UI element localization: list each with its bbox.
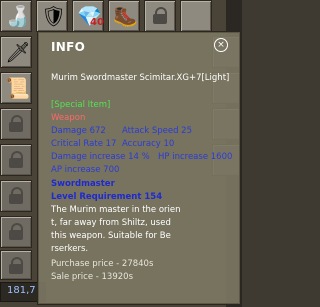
- purchase-price: Purchase price - 27840s: [51, 259, 154, 269]
- description-line: t, far away from Shiltz, used: [51, 218, 171, 228]
- inventory-slot[interactable]: [0, 108, 32, 140]
- stat-ap-increase: AP increase 700: [51, 165, 120, 175]
- sale-price: Sale price - 13920s: [51, 272, 133, 282]
- stat-accuracy: Accuracy 10: [122, 139, 175, 149]
- inventory-slot[interactable]: [0, 250, 32, 280]
- tooltip-title: INFO: [51, 40, 86, 54]
- item-name: Murim Swordmaster Scimitar.XG+7[Light]: [51, 73, 230, 83]
- inventory-slot[interactable]: 📜: [0, 72, 32, 104]
- stat-damage: Damage 672: [51, 126, 106, 136]
- lock-icon: [9, 257, 23, 274]
- stat-damage-increase: Damage increase 14 %: [51, 152, 150, 162]
- description-line: this weapon. Suitable for Be: [51, 231, 171, 241]
- sword-icon: 🗡: [5, 40, 31, 64]
- inventory-slot[interactable]: 🍶: [0, 0, 32, 32]
- stat-hp-increase: HP increase 1600: [158, 152, 233, 162]
- shield-icon: 🛡: [41, 4, 67, 28]
- close-icon[interactable]: ×: [214, 38, 228, 52]
- inventory-slot[interactable]: [180, 0, 212, 32]
- stat-critical-rate: Critical Rate 17: [51, 139, 117, 149]
- inventory-slot[interactable]: [0, 180, 32, 212]
- inventory-slot[interactable]: 🛡: [36, 0, 68, 32]
- description-line: rserkers.: [51, 244, 89, 254]
- inventory-slot[interactable]: 💎 40: [72, 0, 104, 32]
- inventory-slot[interactable]: [0, 144, 32, 176]
- inventory-slot[interactable]: [144, 0, 176, 32]
- lock-icon: [9, 223, 23, 240]
- lock-icon: [9, 187, 23, 204]
- gold-value: 181,7: [7, 285, 36, 296]
- item-type: Weapon: [51, 113, 86, 123]
- tooltip-header: INFO ×: [39, 33, 239, 59]
- bottle-icon: 🍶: [5, 4, 30, 28]
- description-line: The Murim master in the orien: [51, 205, 181, 215]
- level-requirement: Level Requirement 154: [51, 192, 163, 202]
- inventory-slot[interactable]: 🥾: [108, 0, 140, 32]
- lock-icon: [9, 115, 23, 132]
- boot-icon: 🥾: [113, 4, 138, 28]
- class-requirement: Swordmaster: [51, 179, 115, 189]
- lock-icon: [9, 151, 23, 168]
- item-category: [Special Item]: [51, 100, 111, 110]
- lock-icon: [153, 7, 167, 24]
- stat-attack-speed: Attack Speed 25: [122, 126, 193, 136]
- item-count-badge: 40: [90, 17, 104, 28]
- scroll-icon: 📜: [5, 76, 30, 100]
- inventory-slot[interactable]: [0, 216, 32, 248]
- item-info-tooltip: INFO × Murim Swordmaster Scimitar.XG+7[L…: [38, 32, 240, 304]
- inventory-slot[interactable]: 🗡: [0, 36, 32, 68]
